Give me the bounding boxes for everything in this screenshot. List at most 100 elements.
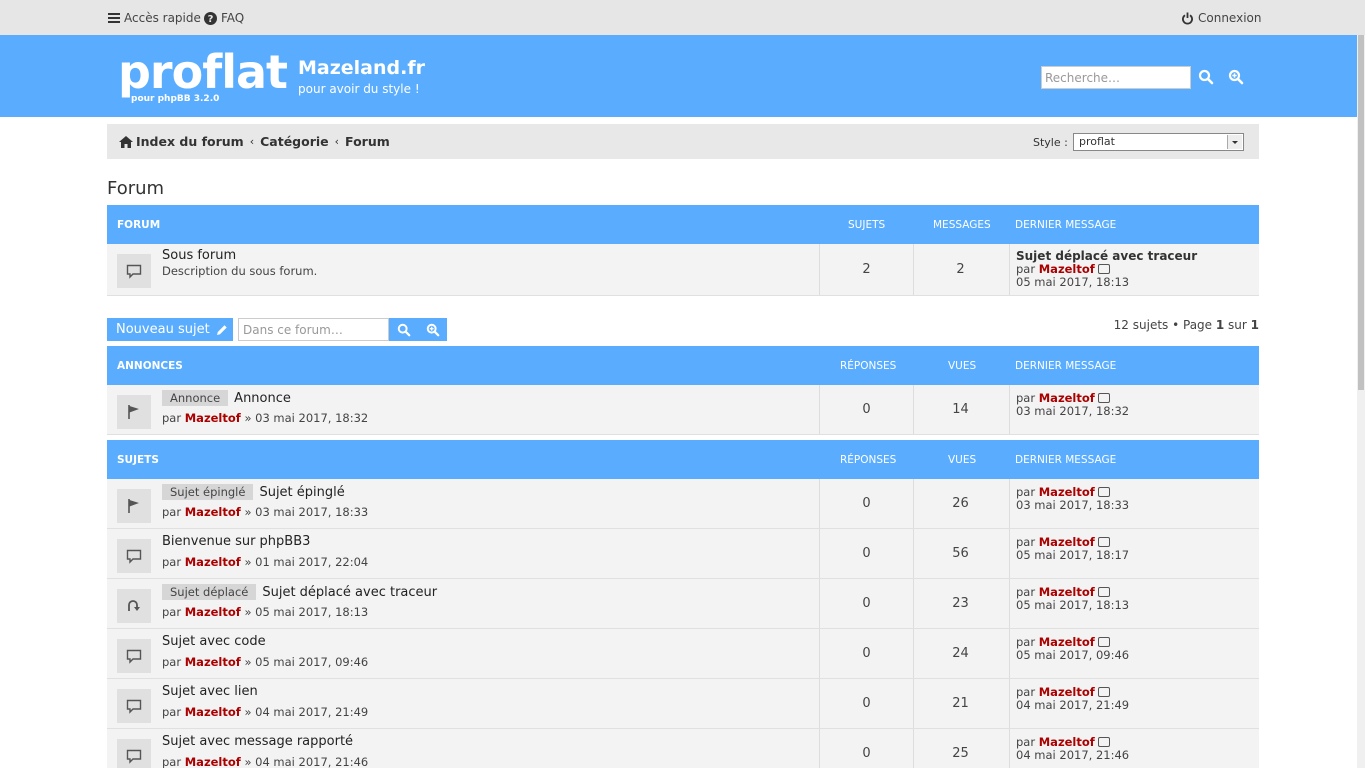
header-replies: RÉPONSES: [840, 360, 897, 372]
topic-replies: 0: [819, 385, 913, 434]
topic-author[interactable]: Mazeltof: [185, 411, 241, 425]
search-icon: [397, 323, 411, 337]
topic-title[interactable]: Sujet épinglé: [259, 485, 344, 500]
topic-replies: 0: [819, 679, 913, 728]
forum-description: Description du sous forum.: [162, 264, 318, 278]
by-label: par: [1016, 535, 1036, 549]
view-latest-post-icon[interactable]: [1097, 537, 1110, 547]
forum-topics-count: 2: [819, 244, 913, 295]
topic-last-post: par Mazeltof 05 mai 2017, 09:46: [1009, 629, 1259, 678]
site-logo[interactable]: proflat: [118, 49, 288, 95]
login-link[interactable]: Connexion: [1181, 11, 1262, 25]
topic-last-post: par Mazeltof 04 mai 2017, 21:49: [1009, 679, 1259, 728]
view-latest-post-icon[interactable]: [1097, 737, 1110, 747]
forum-read-icon: [117, 254, 151, 288]
breadcrumb-category[interactable]: Catégorie: [260, 134, 329, 149]
style-label: Style :: [1033, 136, 1068, 149]
topic-author[interactable]: Mazeltof: [185, 505, 241, 519]
last-post-user[interactable]: Mazeltof: [1039, 485, 1095, 499]
topic-author[interactable]: Mazeltof: [185, 605, 241, 619]
view-latest-post-icon[interactable]: [1097, 264, 1110, 274]
announcements-header: ANNONCES RÉPONSES VUES DERNIER MESSAGE: [107, 346, 1259, 385]
view-latest-post-icon[interactable]: [1097, 587, 1110, 597]
page-title: Forum: [107, 178, 165, 199]
faq-label: FAQ: [221, 11, 245, 25]
header-views: VUES: [948, 454, 977, 466]
topic-title-line: Sujet avec lien: [162, 684, 258, 699]
topic-date: » 03 mai 2017, 18:32: [244, 411, 369, 425]
topic-tag: Annonce: [162, 390, 229, 406]
last-post-user[interactable]: Mazeltof: [1039, 685, 1095, 699]
last-post-user[interactable]: Mazeltof: [1039, 535, 1095, 549]
topic-last-post: par Mazeltof 03 mai 2017, 18:33: [1009, 479, 1259, 528]
breadcrumb: Index du forum ‹ Catégorie ‹ Forum: [119, 134, 390, 149]
last-post-date: 05 mai 2017, 18:13: [1016, 275, 1130, 289]
pencil-icon: [216, 324, 227, 335]
scrollbar-thumb[interactable]: [1358, 35, 1364, 390]
view-latest-post-icon[interactable]: [1097, 687, 1110, 697]
by-label: par: [1016, 635, 1036, 649]
topic-title[interactable]: Sujet avec message rapporté: [162, 734, 353, 749]
forum-advanced-search-button[interactable]: [418, 318, 447, 341]
topic-meta: par Mazeltof » 03 mai 2017, 18:33: [162, 505, 368, 519]
topic-title[interactable]: Annonce: [234, 391, 291, 406]
last-post-user[interactable]: Mazeltof: [1039, 391, 1095, 405]
forum-search-input[interactable]: [238, 318, 389, 341]
topic-author[interactable]: Mazeltof: [185, 755, 241, 768]
pagination-info: 12 sujets • Page 1 sur 1: [1114, 318, 1259, 332]
moved-icon: [117, 589, 151, 623]
forum-name[interactable]: Sous forum: [162, 248, 236, 263]
topic-title-line: Sujet avec message rapporté: [162, 734, 353, 749]
breadcrumb-forum[interactable]: Forum: [345, 134, 390, 149]
advanced-search-icon[interactable]: [1228, 69, 1244, 85]
site-description: pour avoir du style !: [298, 82, 420, 96]
topic-row: Sujet avec message rapporté par Mazeltof…: [107, 729, 1259, 768]
topic-last-post: par Mazeltof 04 mai 2017, 21:46: [1009, 729, 1259, 768]
last-post-user[interactable]: Mazeltof: [1039, 585, 1095, 599]
topic-replies: 0: [819, 579, 913, 628]
last-post-user[interactable]: Mazeltof: [1039, 635, 1095, 649]
by-label: par: [162, 411, 182, 425]
topic-meta: par Mazeltof » 05 mai 2017, 09:46: [162, 655, 368, 669]
by-label: par: [1016, 735, 1036, 749]
topic-title[interactable]: Sujet avec lien: [162, 684, 258, 699]
last-post-user[interactable]: Mazeltof: [1039, 735, 1095, 749]
topic-author[interactable]: Mazeltof: [185, 655, 241, 669]
forum-search-button[interactable]: [389, 318, 418, 341]
view-latest-post-icon[interactable]: [1097, 487, 1110, 497]
header-replies: RÉPONSES: [840, 454, 897, 466]
topic-title[interactable]: Sujet avec code: [162, 634, 266, 649]
page-scrollbar[interactable]: [1357, 35, 1365, 768]
svg-text:?: ?: [208, 14, 214, 25]
pagination-count: 12 sujets • Page: [1113, 318, 1216, 332]
topic-title[interactable]: Sujet déplacé avec traceur: [262, 585, 437, 600]
header-topics: SUJETS: [848, 219, 886, 231]
breadcrumb-index[interactable]: Index du forum: [136, 134, 244, 149]
header-last-post: DERNIER MESSAGE: [1015, 219, 1117, 231]
topic-title[interactable]: Bienvenue sur phpBB3: [162, 534, 310, 549]
view-latest-post-icon[interactable]: [1097, 637, 1110, 647]
comment-icon: [117, 539, 151, 573]
search-icon[interactable]: [1198, 69, 1214, 85]
topic-author[interactable]: Mazeltof: [185, 705, 241, 719]
last-post-date: 04 mai 2017, 21:46: [1016, 748, 1130, 762]
topic-views: 26: [913, 479, 1007, 528]
last-post-user[interactable]: Mazeltof: [1039, 262, 1095, 276]
topic-meta: par Mazeltof » 04 mai 2017, 21:49: [162, 705, 368, 719]
topic-date: » 05 mai 2017, 09:46: [244, 655, 369, 669]
topic-title-line: Annonce Annonce: [162, 390, 291, 406]
faq-link[interactable]: ? FAQ: [204, 11, 244, 25]
view-latest-post-icon[interactable]: [1097, 393, 1110, 403]
style-select[interactable]: proflat: [1073, 133, 1244, 151]
total-pages: 1: [1250, 318, 1259, 332]
quick-access-link[interactable]: Accès rapide: [108, 11, 201, 25]
question-icon: ?: [204, 11, 217, 25]
header-last-post: DERNIER MESSAGE: [1015, 360, 1117, 372]
topic-tag: Sujet épinglé: [162, 484, 254, 500]
topic-views: 21: [913, 679, 1007, 728]
new-topic-button[interactable]: Nouveau sujet: [107, 318, 233, 341]
navbar: Index du forum ‹ Catégorie ‹ Forum Style…: [107, 124, 1259, 159]
header-search-input[interactable]: [1041, 66, 1191, 89]
topic-author[interactable]: Mazeltof: [185, 555, 241, 569]
forum-row: Sous forum Description du sous forum. 2 …: [107, 244, 1259, 296]
